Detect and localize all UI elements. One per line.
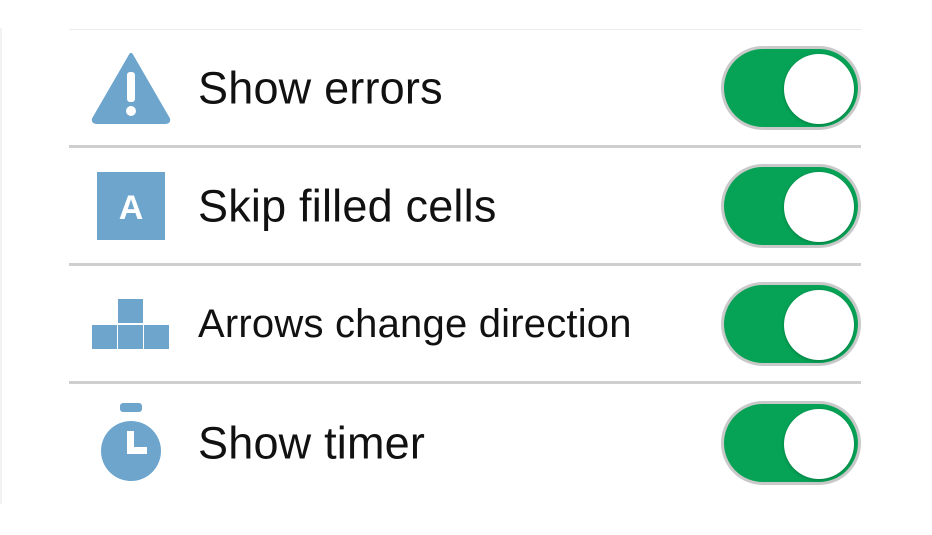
setting-row-show-timer[interactable]: Show timer (69, 384, 861, 502)
letter-a-tile-icon: A (91, 166, 171, 246)
setting-row-show-errors[interactable]: Show errors (69, 30, 861, 148)
show-timer-toggle[interactable] (721, 401, 861, 485)
setting-label: Skip filled cells (198, 180, 497, 231)
left-edge-divider (0, 28, 2, 504)
toggle-knob (784, 289, 854, 360)
toggle-knob (784, 53, 854, 124)
toggle-knob (784, 171, 854, 242)
show-errors-toggle[interactable] (721, 45, 861, 130)
skip-filled-cells-toggle[interactable] (721, 163, 861, 248)
stacked-blocks-icon (91, 284, 171, 364)
toggle-knob (784, 409, 854, 479)
setting-row-arrows-change-direction[interactable]: Arrows change direction (69, 266, 861, 384)
setting-label: Show errors (198, 62, 443, 113)
tile-letter: A (119, 189, 144, 227)
arrows-change-direction-toggle[interactable] (721, 281, 861, 366)
settings-list: Show errors A Skip filled cells Arrows c… (69, 29, 861, 502)
warning-triangle-icon (91, 48, 171, 128)
setting-row-skip-filled-cells[interactable]: A Skip filled cells (69, 148, 861, 266)
setting-label: Arrows change direction (198, 301, 632, 346)
setting-label: Show timer (198, 417, 426, 469)
stopwatch-icon (91, 403, 171, 483)
